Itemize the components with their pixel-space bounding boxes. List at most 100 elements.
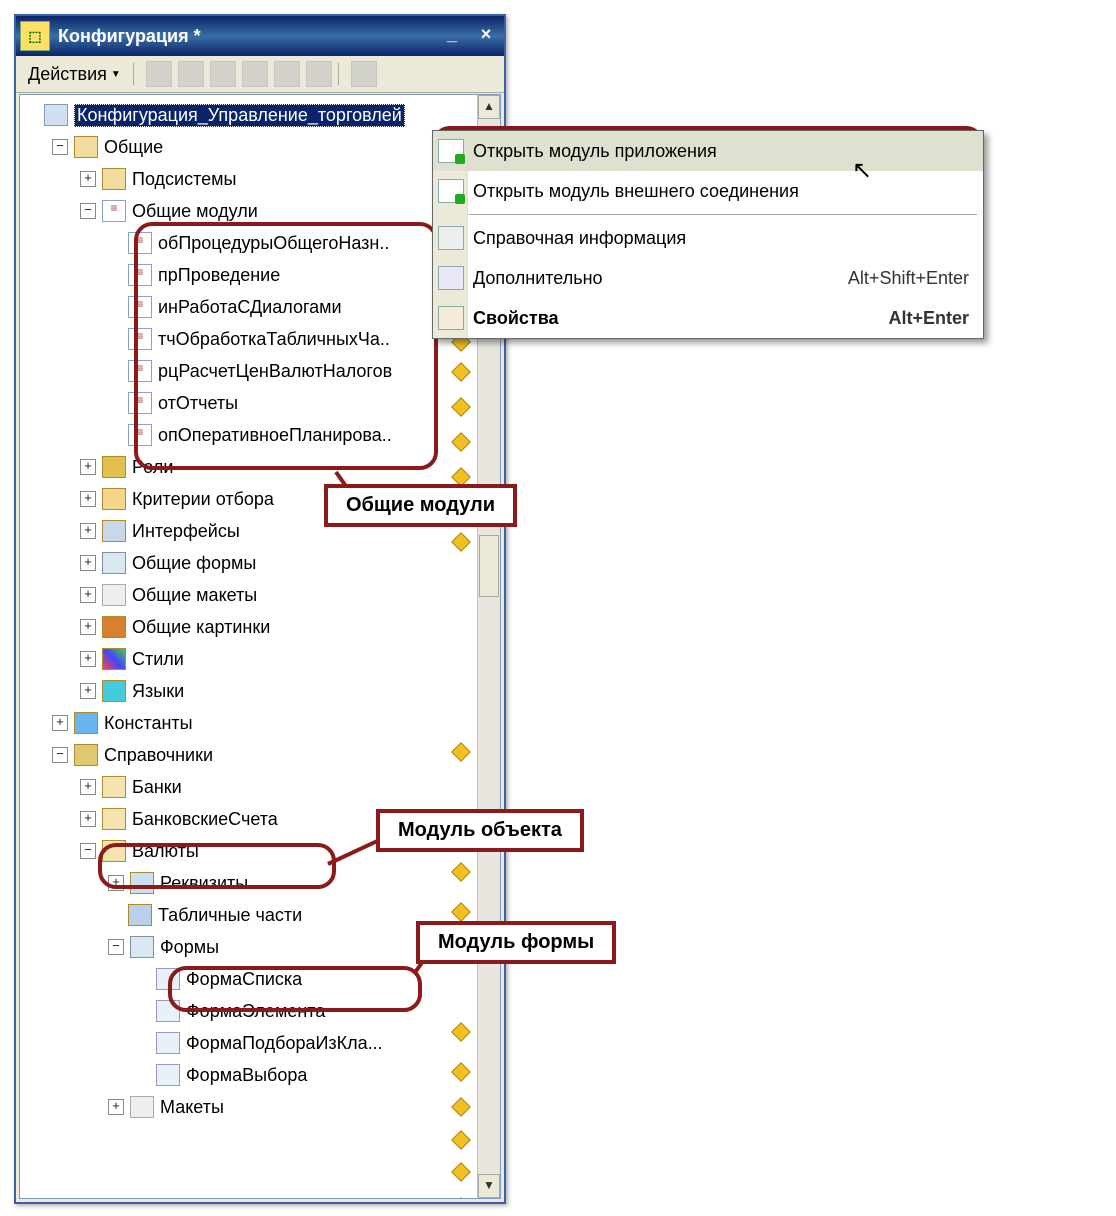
- tree-langs[interactable]: Языки: [132, 681, 184, 702]
- toolbar-arrow-up-icon[interactable]: [242, 61, 268, 87]
- expander[interactable]: +: [80, 683, 96, 699]
- tree-form-item[interactable]: ФормаЭлемента: [186, 1001, 325, 1022]
- references-icon: [74, 744, 98, 766]
- tree-layouts[interactable]: Макеты: [160, 1097, 224, 1118]
- criteria-icon: [102, 488, 126, 510]
- tree-roles[interactable]: Роли: [132, 457, 173, 478]
- tree-tabs[interactable]: Табличные части: [158, 905, 302, 926]
- pages-icon: [438, 266, 464, 290]
- toolbar-arrow-down-icon[interactable]: [274, 61, 300, 87]
- expander[interactable]: +: [80, 523, 96, 539]
- tree-common[interactable]: Общие: [104, 137, 163, 158]
- toolbar-icon-6[interactable]: [306, 61, 332, 87]
- tree-module-item[interactable]: рцРасчетЦенВалютНалогов: [158, 361, 392, 382]
- expander[interactable]: +: [80, 491, 96, 507]
- tree-module-item[interactable]: тчОбработкаТабличныхЧа..: [158, 329, 390, 350]
- tree-module-item[interactable]: опОперативноеПланирова..: [158, 425, 392, 446]
- tree-criteria[interactable]: Критерии отбора: [132, 489, 274, 510]
- cm-help-info[interactable]: Справочная информация: [433, 218, 983, 258]
- module-icon: [128, 232, 152, 254]
- cm-properties[interactable]: Свойства Alt+Enter: [433, 298, 983, 338]
- tree-references[interactable]: Справочники: [104, 745, 213, 766]
- common-layouts-icon: [102, 584, 126, 606]
- toolbar-icon-2[interactable]: [178, 61, 204, 87]
- expander[interactable]: +: [108, 1099, 124, 1115]
- expander[interactable]: +: [80, 171, 96, 187]
- wand-icon: [438, 226, 464, 250]
- tree-module-item[interactable]: обПроцедурыОбщегоНазн..: [158, 233, 389, 254]
- toolbar-separator: [338, 63, 339, 85]
- roles-icon: [102, 456, 126, 478]
- expander[interactable]: +: [108, 875, 124, 891]
- expander[interactable]: −: [80, 843, 96, 859]
- cm-separator: [469, 214, 977, 215]
- expander[interactable]: −: [52, 139, 68, 155]
- expander[interactable]: +: [80, 779, 96, 795]
- folder-icon: [102, 808, 126, 830]
- tree-styles[interactable]: Стили: [132, 649, 184, 670]
- tree-bank-accounts[interactable]: БанковскиеСчета: [132, 809, 278, 830]
- scroll-up-button[interactable]: ▲: [478, 95, 500, 119]
- toolbar-icon-1[interactable]: [146, 61, 172, 87]
- forms-icon: [130, 936, 154, 958]
- toolbar-separator: [133, 63, 134, 85]
- module-icon: [128, 392, 152, 414]
- form-item-icon: [156, 1032, 180, 1054]
- expander[interactable]: +: [80, 587, 96, 603]
- tree-module-item[interactable]: отОтчеты: [158, 393, 238, 414]
- tree-reqs[interactable]: Реквизиты: [160, 873, 248, 894]
- tab-icon: [128, 904, 152, 926]
- tree-interfaces[interactable]: Интерфейсы: [132, 521, 240, 542]
- tree-currencies[interactable]: Валюты: [132, 841, 199, 862]
- scroll-thumb[interactable]: [479, 535, 499, 597]
- config-tree[interactable]: Конфигурация_Управление_торговлей − Общи…: [20, 95, 478, 1198]
- tree-common-pics[interactable]: Общие картинки: [132, 617, 270, 638]
- expander[interactable]: +: [80, 459, 96, 475]
- expander[interactable]: −: [52, 747, 68, 763]
- tree-common-layouts[interactable]: Общие макеты: [132, 585, 257, 606]
- tree-common-forms[interactable]: Общие формы: [132, 553, 256, 574]
- minimize-button[interactable]: _: [438, 24, 466, 48]
- tree-form-item[interactable]: ФормаВыбора: [186, 1065, 307, 1086]
- close-button[interactable]: ×: [472, 24, 500, 48]
- tree-subsystems[interactable]: Подсистемы: [132, 169, 236, 190]
- tree-container: Конфигурация_Управление_торговлей − Общи…: [19, 94, 501, 1199]
- expander[interactable]: −: [80, 203, 96, 219]
- folder-icon: [102, 840, 126, 862]
- tree-root[interactable]: Конфигурация_Управление_торговлей: [74, 104, 405, 127]
- scroll-down-button[interactable]: ▼: [478, 1174, 500, 1198]
- subsystems-icon: [102, 168, 126, 190]
- toolbar-icon-3[interactable]: [210, 61, 236, 87]
- expander[interactable]: +: [52, 715, 68, 731]
- cm-additional[interactable]: Дополнительно Alt+Shift+Enter: [433, 258, 983, 298]
- expander[interactable]: −: [108, 939, 124, 955]
- module-green-icon: [438, 179, 464, 203]
- tree-module-item[interactable]: прПроведение: [158, 265, 280, 286]
- tree-banks[interactable]: Банки: [132, 777, 182, 798]
- expander[interactable]: +: [80, 619, 96, 635]
- common-icon: [74, 136, 98, 158]
- tree-module-item[interactable]: инРаботаСДиалогами: [158, 297, 342, 318]
- module-green-icon: [438, 139, 464, 163]
- cm-open-ext-module[interactable]: Открыть модуль внешнего соединения: [433, 171, 983, 211]
- expander[interactable]: +: [80, 651, 96, 667]
- cm-shortcut: Alt+Enter: [888, 308, 969, 329]
- form-item-icon: [156, 1064, 180, 1086]
- req-icon: [130, 872, 154, 894]
- common-forms-icon: [102, 552, 126, 574]
- toolbar-filter-icon[interactable]: [351, 61, 377, 87]
- cm-shortcut: Alt+Shift+Enter: [848, 268, 969, 289]
- config-root-icon: [44, 104, 68, 126]
- tree-forms[interactable]: Формы: [160, 937, 219, 958]
- cm-open-app-module[interactable]: Открыть модуль приложения: [433, 131, 983, 171]
- expander[interactable]: +: [80, 811, 96, 827]
- langs-icon: [102, 680, 126, 702]
- tree-form-item[interactable]: ФормаСписка: [186, 969, 302, 990]
- tree-constants[interactable]: Константы: [104, 713, 193, 734]
- styles-icon: [102, 648, 126, 670]
- module-icon: [128, 328, 152, 350]
- tree-common-modules[interactable]: Общие модули: [132, 201, 258, 222]
- expander[interactable]: +: [80, 555, 96, 571]
- actions-menu-button[interactable]: Действия ▼: [22, 62, 127, 87]
- tree-form-item[interactable]: ФормаПодбораИзКла...: [186, 1033, 383, 1054]
